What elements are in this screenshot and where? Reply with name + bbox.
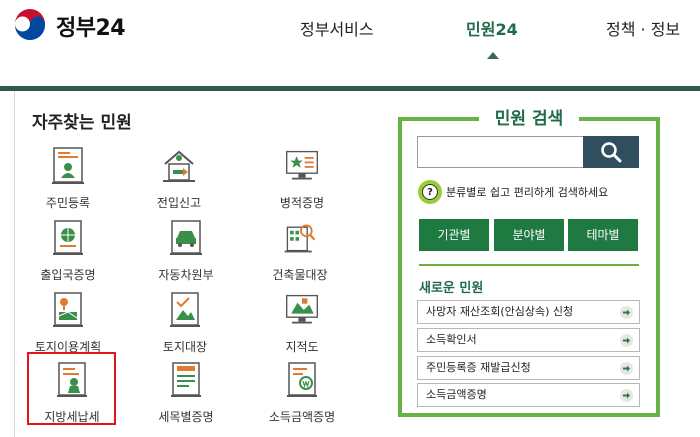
service-label: 건축물대장 [272, 268, 328, 282]
tax-item-certificate-icon [171, 362, 201, 397]
new-service-item[interactable]: 소득확인서 [417, 328, 640, 352]
move-in-report-icon [163, 150, 195, 182]
nav-policy-info[interactable]: 정책 · 정보 [606, 16, 680, 40]
arrow-right-icon [620, 306, 633, 319]
active-nav-caret [487, 52, 499, 59]
military-record-icon [286, 150, 318, 180]
nav-government-services[interactable]: 정부서비스 [300, 16, 374, 40]
land-register-icon [170, 292, 200, 327]
service-label: 지적도 [285, 340, 319, 354]
service-label: 자동차원부 [158, 268, 214, 282]
arrow-right-icon [620, 362, 633, 375]
search-icon [601, 142, 622, 163]
category-button-by-theme[interactable]: 테마별 [568, 219, 638, 251]
land-use-plan-icon [53, 292, 83, 327]
new-service-item[interactable]: 사망자 재산조회(안심상속) 신청 [417, 300, 640, 324]
nav-civil-petitions[interactable]: 민원24 [466, 16, 518, 40]
new-service-label: 사망자 재산조회(안심상속) 신청 [426, 305, 574, 318]
search-input[interactable] [417, 136, 583, 168]
service-immigration-certificate[interactable]: 출입국증명 [18, 218, 118, 283]
service-cadastral-map[interactable]: 지적도 [252, 290, 352, 355]
search-button[interactable] [583, 136, 639, 168]
category-button-by-agency[interactable]: 기관별 [419, 219, 489, 251]
service-label: 주민등록 [45, 196, 91, 210]
search-hint-text: 분류별로 쉽고 편리하게 검색하세요 [446, 186, 609, 199]
service-move-in-report[interactable]: 전입신고 [129, 146, 229, 211]
income-certificate-icon [287, 362, 317, 397]
resident-registration-icon [52, 147, 84, 184]
main-nav: 정부서비스 민원24 정책 · 정보 [0, 0, 700, 60]
new-service-label: 소득확인서 [426, 333, 477, 346]
service-land-register[interactable]: 토지대장 [135, 290, 235, 355]
search-hint-row: ? 분류별로 쉽고 편리하게 검색하세요 [418, 180, 608, 204]
new-service-item[interactable]: 주민등록증 재발급신청 [417, 356, 640, 380]
service-resident-registration[interactable]: 주민등록 [18, 146, 118, 211]
service-label: 병적증명 [279, 196, 325, 210]
immigration-certificate-icon [53, 220, 83, 255]
new-service-label: 주민등록증 재발급신청 [426, 361, 531, 374]
new-service-label: 소득금액증명 [426, 388, 487, 401]
service-label: 토지대장 [162, 340, 208, 354]
service-vehicle-register[interactable]: 자동차원부 [136, 218, 236, 283]
service-label: 출입국증명 [40, 268, 96, 282]
arrow-right-icon [620, 389, 633, 402]
service-land-use-plan[interactable]: 토지이용계획 [18, 290, 118, 355]
vehicle-register-icon [170, 220, 202, 255]
service-label: 전입신고 [156, 196, 202, 210]
category-button-by-field[interactable]: 분야별 [494, 219, 564, 251]
site-header: 정부24 정부서비스 민원24 정책 · 정보 [0, 0, 700, 91]
service-tax-item-certificate[interactable]: 세목별증명 [136, 360, 236, 425]
building-register-icon [284, 224, 316, 253]
new-services-title: 새로운 민원 [419, 281, 484, 296]
favorites-title: 자주찾는 민원 [32, 113, 132, 133]
search-title-wrap: 민원 검색 [479, 104, 579, 129]
cadastral-map-icon [286, 294, 318, 324]
new-service-item[interactable]: 소득금액증명 [417, 383, 640, 407]
service-building-register[interactable]: 건축물대장 [250, 218, 350, 283]
selection-highlight-box [27, 352, 116, 425]
service-label: 세목별증명 [158, 410, 214, 424]
service-military-record[interactable]: 병적증명 [252, 146, 352, 211]
service-label: 소득금액증명 [268, 410, 336, 424]
service-income-certificate[interactable]: 소득금액증명 [252, 360, 352, 425]
arrow-right-icon [620, 334, 633, 347]
help-icon[interactable]: ? [418, 180, 442, 204]
new-services-divider [419, 264, 639, 266]
search-title: 민원 검색 [494, 109, 564, 129]
